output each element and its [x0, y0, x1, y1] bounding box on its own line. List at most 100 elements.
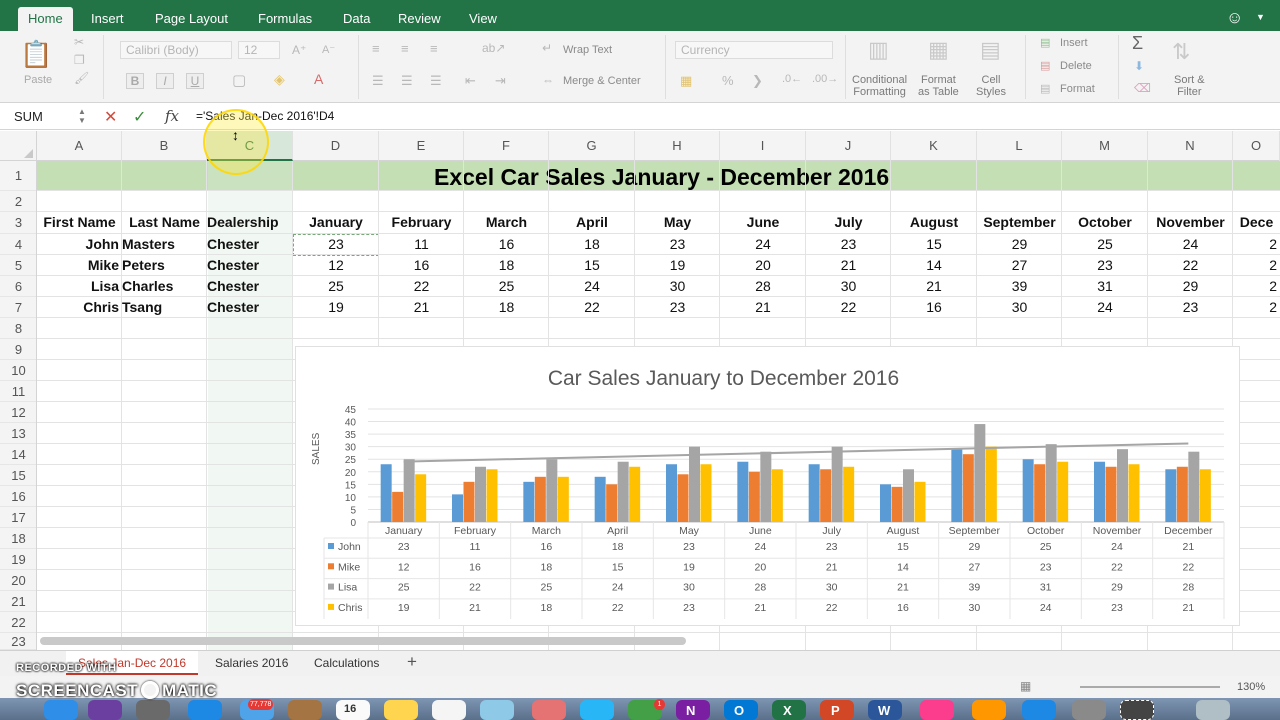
- bar-lisa-september[interactable]: [974, 424, 986, 522]
- align-top-icon[interactable]: ≡: [372, 41, 380, 56]
- column-header-h[interactable]: H: [635, 131, 720, 161]
- cell-first-name[interactable]: Lisa: [37, 276, 122, 297]
- bar-mike-august[interactable]: [891, 486, 903, 522]
- bar-lisa-december[interactable]: [1188, 451, 1200, 522]
- music-icon[interactable]: [920, 700, 954, 720]
- row-header-14[interactable]: 14: [0, 444, 36, 465]
- cell-sales-f[interactable]: 18: [464, 255, 549, 276]
- cell-sales-j[interactable]: 22: [806, 297, 891, 318]
- header-cell-g[interactable]: April: [549, 212, 635, 233]
- cell-sales-f[interactable]: 18: [464, 297, 549, 318]
- header-cell-b[interactable]: Last Name: [122, 212, 207, 233]
- font-size-select[interactable]: 12: [238, 41, 280, 59]
- cell-sales-h[interactable]: 23: [635, 234, 720, 255]
- name-box[interactable]: SUM: [14, 109, 43, 124]
- cell-sales-i[interactable]: 20: [720, 255, 806, 276]
- format-as-table-button[interactable]: Format as Table: [918, 74, 959, 98]
- bar-mike-march[interactable]: [534, 476, 546, 522]
- chart-plot[interactable]: 051015202530354045January February March Ap…: [296, 347, 1241, 627]
- conditional-formatting-button[interactable]: Conditional Formatting: [852, 74, 907, 98]
- bar-chris-may[interactable]: [700, 464, 712, 522]
- row-header-20[interactable]: 20: [0, 570, 36, 591]
- cell-dealership[interactable]: Chester: [207, 234, 293, 255]
- cell-sales-k[interactable]: 15: [891, 234, 977, 255]
- cell-dealership[interactable]: Chester: [207, 276, 293, 297]
- merge-center-icon[interactable]: ⇔: [542, 73, 554, 87]
- cell-sales-g[interactable]: 22: [549, 297, 635, 318]
- sheet-title[interactable]: Excel Car Sales January - December 2016: [434, 164, 889, 191]
- bar-john-april[interactable]: [594, 476, 606, 522]
- cell-sales-l[interactable]: 29: [977, 234, 1062, 255]
- siri-icon[interactable]: [88, 700, 122, 720]
- cell-sales-m[interactable]: 31: [1062, 276, 1148, 297]
- paste-icon[interactable]: 📋: [20, 39, 52, 70]
- tab-page-layout[interactable]: Page Layout: [145, 7, 238, 31]
- header-cell-c[interactable]: Dealership: [207, 212, 293, 233]
- row-header-17[interactable]: 17: [0, 507, 36, 528]
- cut-icon[interactable]: ✂: [74, 35, 84, 49]
- wrap-text-icon[interactable]: ↵: [542, 41, 552, 55]
- cell-sales-m[interactable]: 23: [1062, 255, 1148, 276]
- tab-data[interactable]: Data: [333, 7, 380, 31]
- percent-style-button[interactable]: %: [722, 73, 734, 88]
- wrap-text-button[interactable]: Wrap Text: [563, 44, 612, 56]
- font-color-icon[interactable]: A: [314, 71, 323, 87]
- italic-button[interactable]: I: [156, 73, 174, 89]
- cell-sales-l[interactable]: 30: [977, 297, 1062, 318]
- bar-chris-january[interactable]: [415, 474, 427, 522]
- row-header-8[interactable]: 8: [0, 318, 36, 339]
- bar-john-may[interactable]: [666, 464, 677, 522]
- cell-sales-d[interactable]: 23: [293, 234, 379, 255]
- calendar-icon[interactable]: 16: [336, 700, 370, 720]
- bar-john-september[interactable]: [951, 449, 963, 522]
- cell-sales-g[interactable]: 24: [549, 276, 635, 297]
- reminders-icon[interactable]: [432, 700, 466, 720]
- column-header-d[interactable]: D: [293, 131, 379, 161]
- underline-button[interactable]: U: [186, 73, 204, 89]
- cell-sales-i[interactable]: 28: [720, 276, 806, 297]
- app-store-icon[interactable]: [1022, 700, 1056, 720]
- header-cell-k[interactable]: August: [891, 212, 977, 233]
- bar-mike-september[interactable]: [962, 454, 974, 522]
- cell-last-name[interactable]: Masters: [122, 234, 207, 255]
- sort-filter-icon[interactable]: ⇅: [1172, 39, 1190, 65]
- bar-mike-november[interactable]: [1105, 466, 1117, 522]
- insert-function-button[interactable]: fx: [165, 107, 179, 125]
- bar-chris-september[interactable]: [985, 446, 997, 522]
- decrease-font-icon[interactable]: A⁻: [322, 43, 335, 56]
- cancel-formula-icon[interactable]: ✕: [104, 107, 117, 127]
- bar-john-november[interactable]: [1094, 461, 1105, 522]
- number-format-select[interactable]: Currency: [675, 41, 833, 59]
- orientation-icon[interactable]: ab↗: [482, 41, 505, 55]
- align-right-icon[interactable]: ☰: [430, 73, 442, 89]
- cell-sales-n[interactable]: 23: [1148, 297, 1233, 318]
- format-cells-button[interactable]: Format: [1060, 83, 1095, 95]
- row-header-13[interactable]: 13: [0, 423, 36, 444]
- header-cell-n[interactable]: November: [1148, 212, 1233, 233]
- align-center-icon[interactable]: ☰: [401, 73, 413, 89]
- cell-sales-h[interactable]: 30: [635, 276, 720, 297]
- bar-mike-january[interactable]: [392, 491, 404, 522]
- bar-john-february[interactable]: [452, 494, 463, 522]
- bar-chris-february[interactable]: [486, 469, 498, 522]
- bar-john-july[interactable]: [808, 464, 820, 522]
- cell-sales-e[interactable]: 21: [379, 297, 464, 318]
- tab-review[interactable]: Review: [388, 7, 451, 31]
- row-header-19[interactable]: 19: [0, 549, 36, 570]
- screenshot-icon[interactable]: [1120, 700, 1154, 720]
- cell-sales-e[interactable]: 16: [379, 255, 464, 276]
- header-cell-h[interactable]: May: [635, 212, 720, 233]
- sheet-tab-salaries[interactable]: Salaries 2016: [203, 651, 300, 675]
- cell-sales-e[interactable]: 22: [379, 276, 464, 297]
- bar-john-june[interactable]: [737, 461, 749, 522]
- cell-sales-d[interactable]: 25: [293, 276, 379, 297]
- mail-icon[interactable]: 77,778: [240, 699, 274, 720]
- bar-chris-august[interactable]: [914, 481, 926, 522]
- row-header-22[interactable]: 22: [0, 612, 36, 633]
- zoom-slider[interactable]: [1080, 686, 1220, 688]
- cell-last-name[interactable]: Tsang: [122, 297, 207, 318]
- cell-dealership[interactable]: Chester: [207, 255, 293, 276]
- row-header-12[interactable]: 12: [0, 402, 36, 423]
- bar-lisa-july[interactable]: [831, 446, 843, 522]
- cell-last-name[interactable]: Charles: [122, 276, 207, 297]
